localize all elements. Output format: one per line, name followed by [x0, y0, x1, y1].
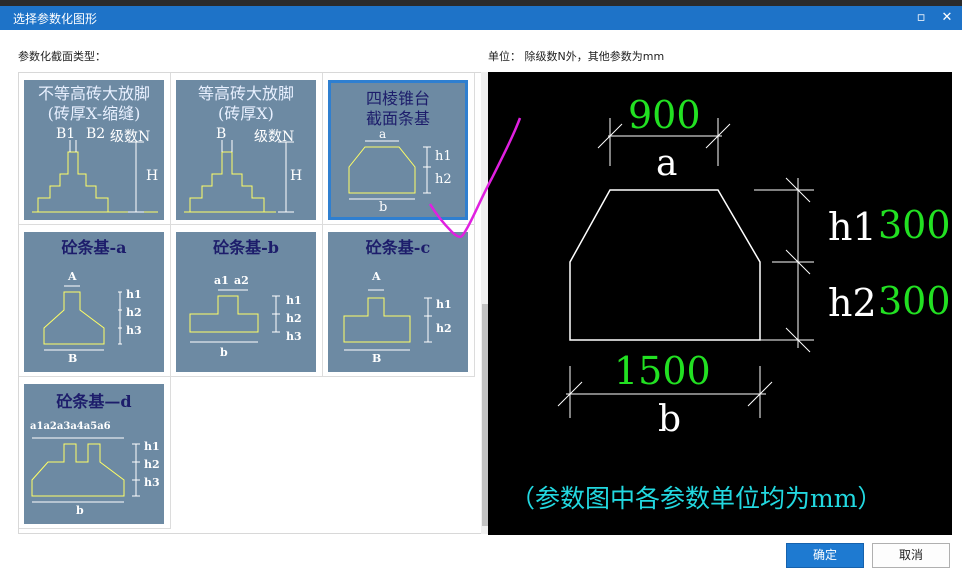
shape-option-concrete-strip-b[interactable]: 砼条基-b a1 a2 h1 h2 h3 b: [171, 225, 323, 377]
label-h: H: [290, 168, 303, 184]
a-value: 900: [628, 93, 701, 137]
thumbnail-title: 砼条基—d: [56, 392, 132, 411]
label-h3: h3: [286, 330, 302, 343]
thumbnail: 砼条基-b a1 a2 h1 h2 h3 b: [176, 232, 316, 372]
b-value: 1500: [614, 349, 711, 393]
label-h1: h1: [435, 149, 452, 164]
thumbnail-title: 不等高砖大放脚: [37, 84, 150, 103]
a-label: a: [656, 143, 678, 184]
thumbnail-subtitle: (砖厚X-缩缝): [47, 104, 141, 123]
thumbnail-title: 砼条基-c: [365, 238, 431, 257]
thumbnail: 砼条基-c A h1 h2 B: [328, 232, 468, 372]
label-a: a: [379, 127, 387, 141]
shape-option-truncated-pyramid-strip[interactable]: 四棱锥台 截面条基 a h1 h2 b: [323, 73, 475, 225]
shape-option-concrete-strip-c[interactable]: 砼条基-c A h1 h2 B: [323, 225, 475, 377]
thumbnail-subtitle: 截面条基: [365, 109, 430, 128]
dialog-title: 选择参数化图形: [13, 12, 98, 26]
label-h1: h1: [144, 440, 160, 453]
h1-value: 300: [878, 203, 951, 247]
unit-note: （参数图中各参数单位均为mm）: [510, 484, 883, 513]
label-h2: h2: [436, 322, 452, 335]
label-b: b: [220, 346, 228, 359]
label-b: B: [216, 126, 227, 142]
h2-value: 300: [878, 279, 951, 323]
thumbnail: 不等高砖大放脚 (砖厚X-缩缝) B1 B2 级数N H: [24, 80, 164, 220]
label-h3: h3: [144, 476, 160, 489]
label-h3: h3: [126, 324, 142, 337]
label-a-series: a1a2a3a4a5a6: [30, 421, 111, 432]
h2-label: h2: [828, 281, 877, 325]
shape-gallery: 不等高砖大放脚 (砖厚X-缩缝) B1 B2 级数N H 等高砖大放脚 (砖厚X…: [18, 72, 490, 534]
close-icon[interactable]: ✕: [938, 9, 956, 27]
label-h1: h1: [436, 298, 452, 311]
thumbnail-title: 砼条基-a: [61, 238, 127, 257]
label-h2: h2: [435, 172, 452, 187]
label-a1: a1: [214, 274, 229, 287]
label-b: B: [68, 352, 78, 365]
label-a2: a2: [234, 274, 249, 287]
label-a: A: [68, 270, 77, 283]
shape-option-equal-brick-footing[interactable]: 等高砖大放脚 (砖厚X) B 级数N H: [171, 73, 323, 225]
label-h1: h1: [286, 294, 302, 307]
label-a: A: [372, 270, 381, 283]
label-h: H: [146, 168, 159, 184]
h1-label: h1: [828, 205, 877, 249]
shape-option-concrete-strip-a[interactable]: 砼条基-a A h1 h2 h3 B: [19, 225, 171, 377]
thumbnail-title: 等高砖大放脚: [197, 84, 294, 103]
minimize-icon[interactable]: ▫: [912, 9, 930, 27]
label-h1: h1: [126, 288, 142, 301]
thumbnail: 砼条基—d a1a2a3a4a5a6 h1 h2 h3 b: [24, 384, 164, 524]
label-b2: B2: [86, 126, 106, 142]
label-b: b: [76, 504, 84, 517]
label-b1: B1: [56, 126, 76, 142]
section-type-label: 参数化截面类型：: [18, 50, 106, 63]
label-b: b: [379, 200, 388, 215]
thumbnail-subtitle: (砖厚X): [218, 104, 274, 123]
thumbnail: 砼条基-a A h1 h2 h3 B: [24, 232, 164, 372]
thumbnail: 四棱锥台 截面条基 a h1 h2 b: [328, 80, 468, 220]
label-n: 级数N: [254, 129, 295, 145]
parameter-preview: 900 a h1 300 h2 300 1500 b （参数图中各参数单位均为m…: [488, 72, 952, 535]
shape-option-unequal-brick-footing[interactable]: 不等高砖大放脚 (砖厚X-缩缝) B1 B2 级数N H: [19, 73, 171, 225]
dialog-titlebar[interactable]: 选择参数化图形 ▫ ✕: [0, 6, 962, 30]
unit-label: 单位： 除级数N外，其他参数为mm: [488, 50, 665, 63]
cancel-button[interactable]: 取消: [872, 543, 950, 568]
b-label: b: [658, 399, 682, 440]
label-n: 级数N: [110, 129, 151, 145]
thumbnail-title: 砼条基-b: [213, 238, 279, 257]
ok-button[interactable]: 确定: [786, 543, 864, 568]
thumbnail: 等高砖大放脚 (砖厚X) B 级数N H: [176, 80, 316, 220]
label-b: B: [372, 352, 382, 365]
thumbnail-title: 四棱锥台: [365, 89, 430, 108]
shape-option-concrete-strip-d[interactable]: 砼条基—d a1a2a3a4a5a6 h1 h2 h3 b: [19, 377, 171, 529]
label-h2: h2: [126, 306, 142, 319]
label-h2: h2: [286, 312, 302, 325]
label-h2: h2: [144, 458, 160, 471]
